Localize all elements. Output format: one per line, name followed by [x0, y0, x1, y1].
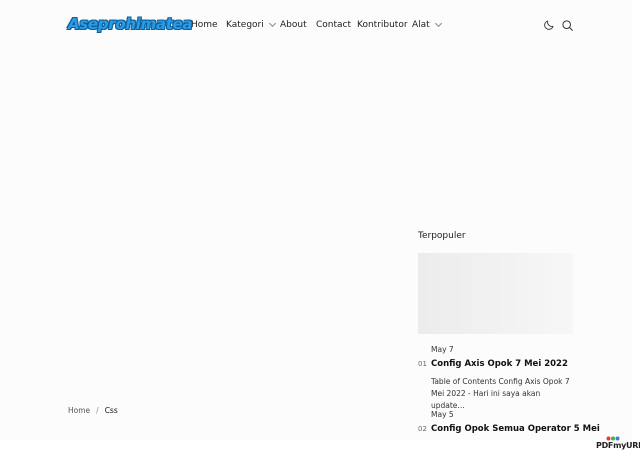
breadcrumb-current[interactable]: Css — [105, 406, 118, 415]
post-title-link[interactable]: Config Opok Semua Operator 5 Mei — [431, 424, 600, 434]
post-excerpt: Table of Contents Config Axis Opok 7 Mei… — [431, 377, 570, 410]
sidebar-title: Terpopuler — [418, 231, 466, 241]
nav-item-about[interactable]: About — [280, 20, 307, 30]
nav-label: Alat — [412, 20, 430, 30]
nav-item-kategori[interactable]: Kategori — [226, 19, 276, 30]
post-title-link[interactable]: Config Axis Opok 7 Mei 2022 — [431, 359, 568, 369]
nav-item-alat[interactable]: Alat — [412, 19, 442, 30]
nav-item-kontributor[interactable]: Kontributor — [357, 20, 408, 30]
post-date: May 7 — [431, 345, 454, 354]
nav-item-contact[interactable]: Contact — [316, 20, 351, 30]
chevron-down-icon — [434, 19, 442, 28]
nav-label: Contact — [316, 20, 352, 30]
watermark-text: PDFmyURL — [596, 441, 640, 450]
nav-label: Kontributor — [357, 20, 408, 30]
post-number: 01 — [418, 360, 427, 368]
nav-label: About — [280, 20, 307, 30]
breadcrumb-separator: / — [96, 406, 99, 415]
featured-post-thumbnail[interactable] — [418, 253, 573, 334]
breadcrumb-home[interactable]: Home — [68, 406, 90, 415]
search-icon[interactable] — [561, 19, 574, 32]
moon-icon[interactable] — [543, 19, 555, 31]
nav-label: Kategori — [226, 20, 264, 30]
breadcrumb: Home / Css — [68, 406, 118, 415]
nav-item-home[interactable]: Home — [191, 20, 218, 30]
site-logo[interactable]: Aseprohimatea — [68, 15, 193, 33]
post-number: 02 — [418, 425, 427, 433]
chevron-down-icon — [268, 19, 276, 28]
nav-label: Home — [191, 20, 218, 30]
post-date: May 5 — [431, 410, 454, 419]
page: Aseprohimatea Home Kategori About Contac… — [0, 0, 632, 440]
